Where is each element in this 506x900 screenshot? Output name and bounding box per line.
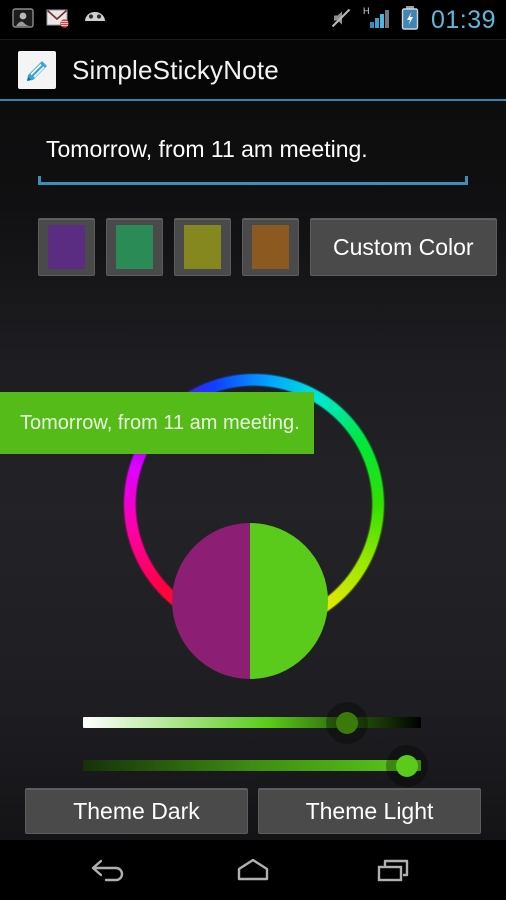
swatch-green-chip	[116, 225, 153, 269]
theme-button-row: Theme Dark Theme Light	[25, 788, 481, 834]
alpha-slider-thumb-dot	[396, 755, 419, 777]
status-bar-clock: 01:39	[430, 5, 496, 34]
mute-vibrate-icon	[329, 6, 353, 35]
photo-app-icon	[12, 7, 34, 34]
network-type-label: H	[363, 6, 370, 16]
value-slider-thumb-dot	[335, 712, 358, 734]
note-preview-text: Tomorrow, from 11 am meeting.	[20, 411, 300, 434]
note-input-underline	[38, 176, 468, 185]
recents-icon[interactable]	[360, 847, 430, 893]
back-icon[interactable]	[76, 847, 146, 893]
preset-color-row: Custom Color	[38, 218, 497, 276]
old-new-color-swatch[interactable]	[172, 523, 328, 679]
swatch-brown-chip	[252, 225, 289, 269]
note-input-wrapper	[38, 133, 468, 185]
value-slider-track[interactable]	[83, 717, 421, 728]
android-robot-icon	[82, 8, 108, 33]
theme-light-button[interactable]: Theme Light	[258, 788, 481, 834]
custom-color-button[interactable]: Custom Color	[310, 218, 497, 276]
status-bar-system-icons: H 01:39	[329, 5, 506, 36]
hue-ring[interactable]	[73, 323, 435, 685]
swatch-green[interactable]	[106, 218, 163, 276]
signal-hspa-icon: H	[362, 5, 392, 36]
battery-charging-icon	[401, 5, 419, 36]
new-color-half	[250, 523, 328, 679]
swatch-brown[interactable]	[242, 218, 299, 276]
note-pen-icon	[18, 51, 56, 89]
status-bar-notifications	[0, 7, 108, 34]
alpha-slider-track[interactable]	[83, 760, 421, 771]
color-wheel-area	[0, 101, 506, 840]
swatch-olive[interactable]	[174, 218, 231, 276]
old-color-half	[172, 523, 250, 679]
swatch-purple[interactable]	[38, 218, 95, 276]
action-bar: SimpleStickyNote	[0, 40, 506, 100]
theme-dark-button[interactable]: Theme Dark	[25, 788, 248, 834]
page-title: SimpleStickyNote	[72, 54, 279, 85]
note-text-input[interactable]	[38, 133, 468, 173]
value-slider-thumb[interactable]	[325, 702, 368, 744]
email-icon	[46, 8, 70, 33]
note-preview-banner: Tomorrow, from 11 am meeting.	[0, 392, 314, 454]
home-icon[interactable]	[218, 847, 288, 893]
system-navigation-bar	[0, 840, 506, 900]
status-bar: H 01:39	[0, 0, 506, 40]
main-content: Custom Color Tomorrow, from 11 am meetin…	[0, 101, 506, 840]
alpha-slider-thumb[interactable]	[386, 745, 429, 787]
android-screen: H 01:39 SimpleStickyNote Tomorrow, from …	[0, 0, 506, 900]
swatch-olive-chip	[184, 225, 221, 269]
swatch-purple-chip	[48, 225, 85, 269]
